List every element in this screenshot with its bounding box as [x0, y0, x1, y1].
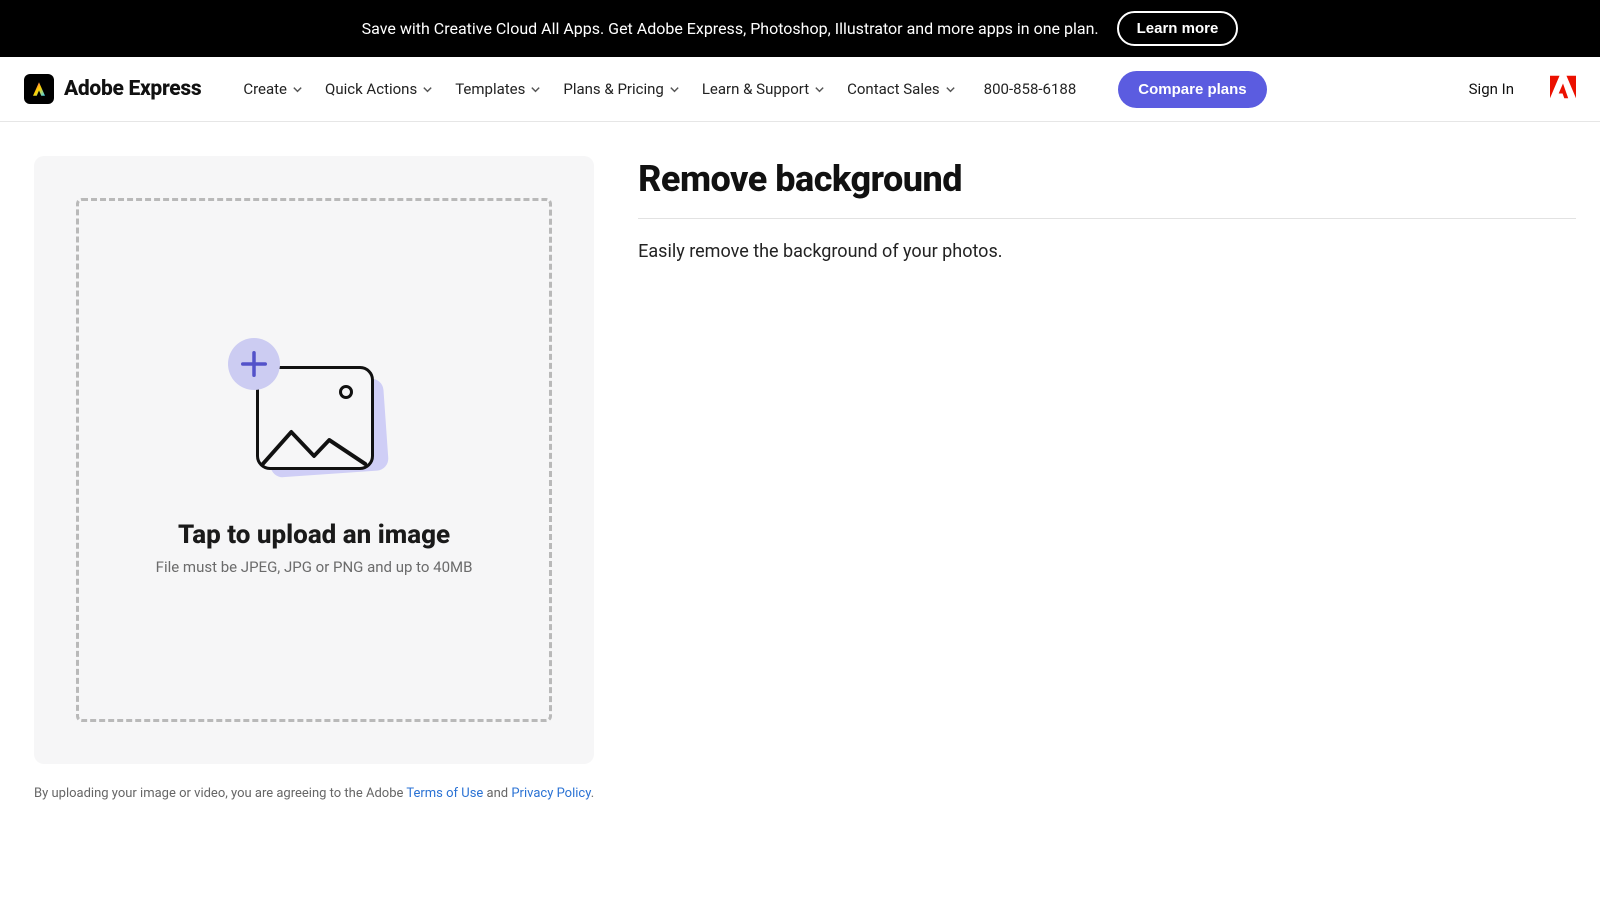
- main-content: Tap to upload an image File must be JPEG…: [0, 122, 1600, 801]
- brand-logo[interactable]: Adobe Express: [24, 74, 201, 104]
- phone-number[interactable]: 800-858-6188: [984, 80, 1077, 98]
- nav-templates[interactable]: Templates: [455, 80, 541, 98]
- nav-items: Create Quick Actions Templates Plans & P…: [243, 71, 1266, 108]
- terms-of-use-link[interactable]: Terms of Use: [406, 786, 483, 801]
- chevron-down-icon: [814, 84, 825, 95]
- upload-illustration: [234, 344, 394, 484]
- nav-quick-actions-label: Quick Actions: [325, 80, 417, 98]
- nav-learn-label: Learn & Support: [702, 80, 809, 98]
- nav-contact-label: Contact Sales: [847, 80, 940, 98]
- nav-learn-support[interactable]: Learn & Support: [702, 80, 825, 98]
- compare-plans-button[interactable]: Compare plans: [1118, 71, 1266, 108]
- side-panel: Remove background Easily remove the back…: [638, 156, 1576, 801]
- disclaimer-and: and: [483, 786, 511, 801]
- adobe-express-logo-icon: [24, 74, 54, 104]
- upload-dropzone[interactable]: Tap to upload an image File must be JPEG…: [76, 198, 552, 722]
- upload-panel: Tap to upload an image File must be JPEG…: [34, 156, 594, 764]
- nav-plans-pricing[interactable]: Plans & Pricing: [563, 80, 679, 98]
- image-frame-icon: [256, 366, 374, 470]
- disclaimer-suffix: .: [591, 786, 594, 801]
- chevron-down-icon: [292, 84, 303, 95]
- nav-create-label: Create: [243, 80, 287, 98]
- nav-quick-actions[interactable]: Quick Actions: [325, 80, 433, 98]
- main-nav: Adobe Express Create Quick Actions Templ…: [0, 57, 1600, 122]
- disclaimer-prefix: By uploading your image or video, you ar…: [34, 786, 406, 801]
- chevron-down-icon: [530, 84, 541, 95]
- privacy-policy-link[interactable]: Privacy Policy: [511, 786, 590, 801]
- upload-column: Tap to upload an image File must be JPEG…: [34, 156, 594, 801]
- promo-banner: Save with Creative Cloud All Apps. Get A…: [0, 0, 1600, 57]
- brand-name: Adobe Express: [64, 77, 201, 101]
- page-description: Easily remove the background of your pho…: [638, 241, 1576, 262]
- adobe-logo-icon[interactable]: [1550, 75, 1576, 103]
- upload-disclaimer: By uploading your image or video, you ar…: [34, 786, 594, 801]
- nav-templates-label: Templates: [455, 80, 525, 98]
- sign-in-link[interactable]: Sign In: [1469, 80, 1514, 98]
- learn-more-button[interactable]: Learn more: [1117, 11, 1239, 46]
- nav-create[interactable]: Create: [243, 80, 303, 98]
- upload-subtext: File must be JPEG, JPG or PNG and up to …: [156, 558, 473, 576]
- promo-message: Save with Creative Cloud All Apps. Get A…: [362, 19, 1099, 38]
- plus-icon: [228, 338, 280, 390]
- upload-headline: Tap to upload an image: [178, 520, 450, 550]
- chevron-down-icon: [422, 84, 433, 95]
- nav-plans-label: Plans & Pricing: [563, 80, 663, 98]
- chevron-down-icon: [945, 84, 956, 95]
- chevron-down-icon: [669, 84, 680, 95]
- nav-contact-sales[interactable]: Contact Sales: [847, 80, 956, 98]
- page-title: Remove background: [638, 158, 1576, 219]
